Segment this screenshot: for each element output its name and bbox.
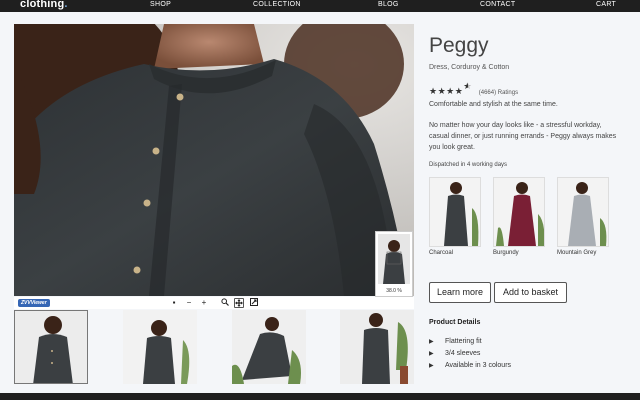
fullscreen-icon[interactable] [249,298,259,308]
thumbnail-3[interactable] [232,310,306,384]
thumbnail-1[interactable] [14,310,88,384]
zoom-out-icon[interactable]: − [184,298,194,308]
navigator-thumbnail [378,234,410,284]
thumbnail-4[interactable] [340,310,414,384]
product-title: Peggy [429,34,489,57]
short-description: Comfortable and stylish at the same time… [429,101,558,108]
site-logo[interactable]: clothing. [20,0,68,10]
product-subtitle: Dress, Corduroy & Cotton [429,64,510,71]
colour-label: Burgundy [493,250,519,256]
zoom-navigator[interactable]: 38.0 % [375,231,413,297]
long-description: No matter how your day looks like - a st… [429,122,617,151]
pan-icon[interactable] [234,298,244,308]
rating-count: (4664) Ratings [478,90,519,96]
colour-option-burgundy[interactable]: Burgundy [493,177,547,256]
viewer-toolbar: ZVVViewer ▪ − + [14,297,414,309]
dress-closeup-image [14,24,414,296]
colour-option-charcoal[interactable]: Charcoal [429,177,483,256]
footer-bar [0,393,640,400]
star-rating-icons: ★★★★★★ [429,81,472,96]
nav-link-cart[interactable]: CART [596,1,616,8]
zoom-percent: 38.0 % [386,288,402,294]
list-item: ▶ 3/4 sleeves [429,348,511,360]
add-to-basket-button[interactable]: Add to basket [494,282,567,303]
nav-link-blog[interactable]: BLOG [378,1,399,8]
top-nav: clothing. SHOP COLLECTION BLOG CONTACT C… [0,0,640,12]
main-product-image[interactable] [14,24,414,296]
triangle-bullet-icon: ▶ [429,339,434,345]
thumbnail-2[interactable] [123,310,197,384]
viewer-logo: ZVVViewer [18,299,50,307]
rating: ★★★★★★ (4664) Ratings [429,81,518,96]
learn-more-button[interactable]: Learn more [429,282,491,303]
zoom-in-icon[interactable]: + [199,298,209,308]
thumbnail-strip [14,310,414,384]
triangle-bullet-icon: ▶ [429,351,434,357]
product-details-title: Product Details [429,319,481,326]
burgundy-dress-image [493,177,545,247]
grey-dress-image [557,177,609,247]
product-details-list: ▶ Flattering fit ▶ 3/4 sleeves ▶ Available … [429,336,511,372]
magnifier-icon[interactable] [220,298,230,308]
colour-label: Mountain Grey [557,250,597,256]
dispatch-info: Dispatched in 4 working days [429,162,508,168]
colour-option-mountain-grey[interactable]: Mountain Grey [557,177,611,256]
nav-link-collection[interactable]: COLLECTION [253,1,301,8]
triangle-bullet-icon: ▶ [429,363,434,369]
nav-link-contact[interactable]: CONTACT [480,1,515,8]
list-item: ▶ Available in 3 colours [429,360,511,372]
list-item: ▶ Flattering fit [429,336,511,348]
charcoal-dress-image [429,177,481,247]
colour-label: Charcoal [429,250,454,256]
nav-link-shop[interactable]: SHOP [150,1,171,8]
fit-icon[interactable]: ▪ [169,298,179,308]
